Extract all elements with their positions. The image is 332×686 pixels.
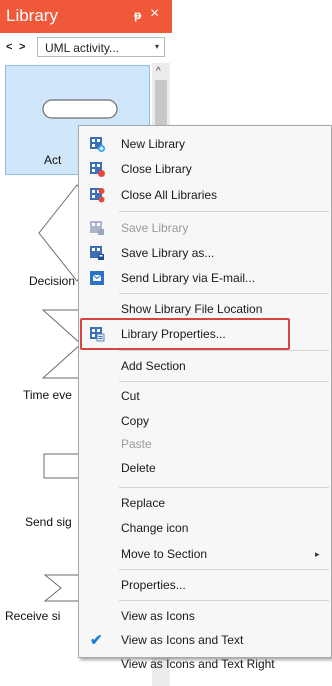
menu-item-label: Delete bbox=[121, 461, 156, 475]
menu-item-label: Copy bbox=[121, 414, 150, 428]
menu-item-add-section[interactable]: Add Section bbox=[79, 355, 331, 377]
menu-item-label: Send Library via E-mail... bbox=[121, 271, 256, 285]
activity-shape-icon bbox=[42, 99, 118, 119]
close-icon[interactable]: × bbox=[150, 5, 159, 23]
library-properties-icon bbox=[90, 327, 105, 342]
menu-item-label: New Library bbox=[121, 137, 186, 151]
checkmark-icon: ✔ bbox=[90, 632, 103, 649]
menu-item-close-all-libraries[interactable]: Close All Libraries bbox=[79, 184, 331, 206]
list-item-label: Decision bbox=[29, 274, 76, 288]
menu-separator bbox=[119, 350, 329, 351]
menu-item-close-library[interactable]: Close Library bbox=[79, 158, 331, 180]
menu-item-view-as-icons[interactable]: View as Icons bbox=[79, 605, 331, 627]
menu-item-paste[interactable]: Paste bbox=[79, 433, 331, 455]
menu-item-show-library-file-location[interactable]: Show Library File Location bbox=[79, 298, 331, 320]
menu-separator bbox=[119, 487, 329, 488]
menu-separator bbox=[119, 293, 329, 294]
menu-separator bbox=[119, 569, 329, 570]
menu-item-replace[interactable]: Replace bbox=[79, 492, 331, 514]
menu-item-delete[interactable]: Delete bbox=[79, 457, 331, 479]
menu-separator bbox=[119, 381, 329, 382]
menu-item-view-as-icons-and-text-right[interactable]: View as Icons and Text Right bbox=[79, 653, 331, 675]
menu-item-save-library[interactable]: Save Library bbox=[79, 217, 331, 239]
close-all-libraries-icon bbox=[90, 188, 105, 203]
library-panel-header: Library ᵽ × bbox=[0, 0, 172, 33]
menu-item-label: Properties... bbox=[121, 578, 186, 592]
chevron-right-icon: ▸ bbox=[315, 549, 320, 559]
menu-item-copy[interactable]: Copy bbox=[79, 410, 331, 432]
pin-icon[interactable]: ᵽ bbox=[134, 8, 141, 22]
menu-item-label: Save Library bbox=[121, 221, 189, 235]
menu-item-label: Add Section bbox=[121, 359, 186, 373]
menu-item-label: Move to Section bbox=[121, 547, 208, 561]
save-library-icon bbox=[90, 221, 104, 235]
menu-item-label: Close Library bbox=[121, 162, 192, 176]
menu-item-new-library[interactable]: New Library bbox=[79, 133, 331, 155]
list-item-label: Send sig bbox=[25, 515, 72, 529]
library-context-menu: New Library Close Library Close All Libr… bbox=[78, 125, 332, 671]
menu-item-label: Close All Libraries bbox=[121, 188, 218, 202]
menu-item-save-library-as[interactable]: Save Library as... bbox=[79, 242, 331, 264]
menu-item-label: View as Icons and Text Right bbox=[121, 657, 275, 671]
menu-separator bbox=[119, 600, 329, 601]
menu-item-cut[interactable]: Cut bbox=[79, 385, 331, 407]
menu-item-label: Paste bbox=[121, 437, 152, 451]
menu-item-label: Change icon bbox=[121, 521, 189, 535]
forward-arrow-icon[interactable]: > bbox=[19, 41, 25, 53]
chevron-down-icon: ▾ bbox=[154, 42, 159, 51]
send-library-icon bbox=[90, 271, 104, 285]
list-item-label: Time eve bbox=[23, 388, 72, 402]
menu-item-change-icon[interactable]: Change icon bbox=[79, 517, 331, 539]
scroll-up-icon[interactable]: ^ bbox=[156, 66, 161, 77]
menu-item-label: Library Properties... bbox=[121, 327, 226, 341]
menu-item-label: Show Library File Location bbox=[121, 302, 263, 316]
menu-item-view-as-icons-and-text[interactable]: ✔ View as Icons and Text bbox=[79, 629, 331, 651]
menu-item-send-library[interactable]: Send Library via E-mail... bbox=[79, 267, 331, 289]
new-library-icon bbox=[90, 137, 105, 152]
menu-item-label: Cut bbox=[121, 389, 140, 403]
library-select-value: UML activity... bbox=[45, 41, 120, 55]
back-arrow-icon[interactable]: < bbox=[6, 41, 12, 53]
menu-item-properties[interactable]: Properties... bbox=[79, 574, 331, 596]
list-item-label: Act bbox=[44, 153, 62, 167]
menu-item-label: Replace bbox=[121, 496, 166, 510]
menu-item-label: Save Library as... bbox=[121, 246, 215, 260]
menu-separator bbox=[119, 211, 329, 212]
menu-item-library-properties[interactable]: Library Properties... bbox=[79, 323, 331, 345]
menu-item-label: View as Icons bbox=[121, 609, 195, 623]
menu-item-label: View as Icons and Text bbox=[121, 633, 244, 647]
close-library-icon bbox=[90, 162, 105, 177]
menu-item-move-to-section[interactable]: Move to Section ▸ bbox=[79, 543, 331, 565]
panel-title: Library bbox=[6, 6, 58, 25]
library-nav-row: < > UML activity... ▾ bbox=[0, 33, 172, 61]
save-library-as-icon bbox=[90, 246, 104, 260]
library-select[interactable]: UML activity... ▾ bbox=[37, 37, 165, 57]
list-item-label: Receive si bbox=[5, 609, 61, 623]
